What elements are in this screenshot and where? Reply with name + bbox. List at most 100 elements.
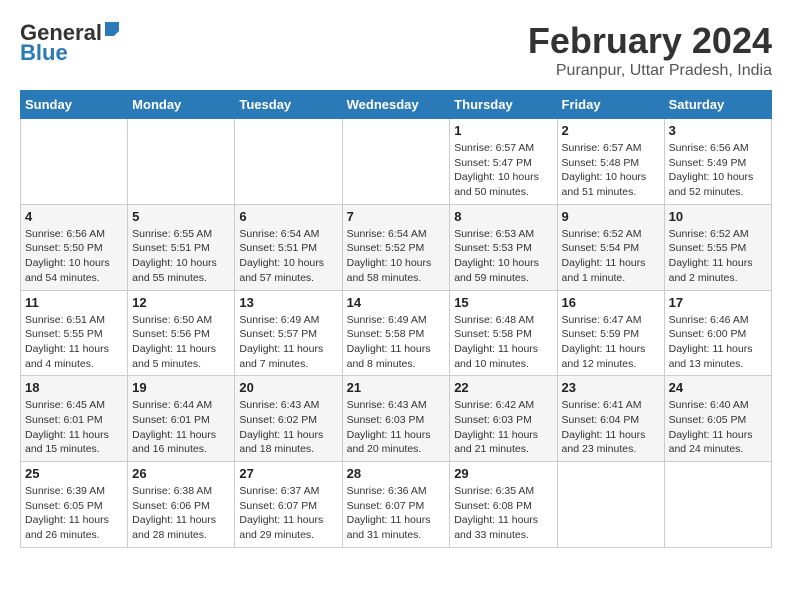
logo-blue: Blue [20, 40, 68, 66]
calendar-cell: 28 Sunrise: 6:36 AMSunset: 6:07 PMDayligh… [342, 462, 450, 548]
day-info: Sunrise: 6:42 AMSunset: 6:03 PMDaylight:… [454, 398, 552, 457]
day-number: 27 [239, 466, 337, 481]
day-info: Sunrise: 6:44 AMSunset: 6:01 PMDaylight:… [132, 398, 230, 457]
day-number: 9 [562, 209, 660, 224]
header-wednesday: Wednesday [342, 91, 450, 119]
day-info: Sunrise: 6:39 AMSunset: 6:05 PMDaylight:… [25, 484, 123, 543]
calendar-cell [664, 462, 771, 548]
calendar-cell [557, 462, 664, 548]
day-info: Sunrise: 6:35 AMSunset: 6:08 PMDaylight:… [454, 484, 552, 543]
title-block: February 2024 Puranpur, Uttar Pradesh, I… [528, 20, 772, 80]
calendar-table: SundayMondayTuesdayWednesdayThursdayFrid… [20, 90, 772, 548]
day-number: 10 [669, 209, 767, 224]
day-info: Sunrise: 6:50 AMSunset: 5:56 PMDaylight:… [132, 313, 230, 372]
day-info: Sunrise: 6:49 AMSunset: 5:58 PMDaylight:… [347, 313, 446, 372]
day-number: 4 [25, 209, 123, 224]
calendar-cell: 25 Sunrise: 6:39 AMSunset: 6:05 PMDayligh… [21, 462, 128, 548]
day-info: Sunrise: 6:37 AMSunset: 6:07 PMDaylight:… [239, 484, 337, 543]
calendar-header: SundayMondayTuesdayWednesdayThursdayFrid… [21, 91, 772, 119]
day-number: 5 [132, 209, 230, 224]
calendar-cell [21, 119, 128, 205]
calendar-cell: 16 Sunrise: 6:47 AMSunset: 5:59 PMDayligh… [557, 290, 664, 376]
header-sunday: Sunday [21, 91, 128, 119]
header-tuesday: Tuesday [235, 91, 342, 119]
day-info: Sunrise: 6:48 AMSunset: 5:58 PMDaylight:… [454, 313, 552, 372]
calendar-cell: 15 Sunrise: 6:48 AMSunset: 5:58 PMDayligh… [450, 290, 557, 376]
day-number: 29 [454, 466, 552, 481]
calendar-cell [128, 119, 235, 205]
calendar-cell: 7 Sunrise: 6:54 AMSunset: 5:52 PMDaylight… [342, 204, 450, 290]
calendar-cell [342, 119, 450, 205]
calendar-cell: 22Sunrise: 6:42 AMSunset: 6:03 PMDayligh… [450, 376, 557, 462]
day-info: Sunrise: 6:55 AMSunset: 5:51 PMDaylight:… [132, 227, 230, 286]
header-friday: Friday [557, 91, 664, 119]
header-row: SundayMondayTuesdayWednesdayThursdayFrid… [21, 91, 772, 119]
week-row-1: 4 Sunrise: 6:56 AMSunset: 5:50 PMDaylight… [21, 204, 772, 290]
day-number: 17 [669, 295, 767, 310]
header-saturday: Saturday [664, 91, 771, 119]
calendar-cell: 19Sunrise: 6:44 AMSunset: 6:01 PMDayligh… [128, 376, 235, 462]
day-number: 23 [562, 380, 660, 395]
day-number: 21 [347, 380, 446, 395]
day-number: 6 [239, 209, 337, 224]
day-info: Sunrise: 6:36 AMSunset: 6:07 PMDaylight:… [347, 484, 446, 543]
calendar-cell: 11Sunrise: 6:51 AMSunset: 5:55 PMDayligh… [21, 290, 128, 376]
week-row-3: 18 Sunrise: 6:45 AMSunset: 6:01 PMDayligh… [21, 376, 772, 462]
day-number: 7 [347, 209, 446, 224]
day-number: 13 [239, 295, 337, 310]
day-number: 25 [25, 466, 123, 481]
calendar-cell: 18 Sunrise: 6:45 AMSunset: 6:01 PMDayligh… [21, 376, 128, 462]
day-info: Sunrise: 6:56 AMSunset: 5:49 PMDaylight:… [669, 141, 767, 200]
day-info: Sunrise: 6:38 AMSunset: 6:06 PMDaylight:… [132, 484, 230, 543]
day-info: Sunrise: 6:49 AMSunset: 5:57 PMDaylight:… [239, 313, 337, 372]
day-info: Sunrise: 6:54 AMSunset: 5:51 PMDaylight:… [239, 227, 337, 286]
calendar-cell: 6 Sunrise: 6:54 AMSunset: 5:51 PMDaylight… [235, 204, 342, 290]
day-info: Sunrise: 6:54 AMSunset: 5:52 PMDaylight:… [347, 227, 446, 286]
calendar-cell: 5 Sunrise: 6:55 AMSunset: 5:51 PMDaylight… [128, 204, 235, 290]
calendar-cell: 14 Sunrise: 6:49 AMSunset: 5:58 PMDayligh… [342, 290, 450, 376]
calendar-cell: 23 Sunrise: 6:41 AMSunset: 6:04 PMDayligh… [557, 376, 664, 462]
calendar-cell: 21Sunrise: 6:43 AMSunset: 6:03 PMDayligh… [342, 376, 450, 462]
day-info: Sunrise: 6:47 AMSunset: 5:59 PMDaylight:… [562, 313, 660, 372]
day-info: Sunrise: 6:46 AMSunset: 6:00 PMDaylight:… [669, 313, 767, 372]
page-header: General Blue February 2024 Puranpur, Utt… [20, 20, 772, 80]
logo: General Blue [20, 20, 121, 66]
calendar-body: 1Sunrise: 6:57 AMSunset: 5:47 PMDaylight… [21, 119, 772, 548]
day-info: Sunrise: 6:51 AMSunset: 5:55 PMDaylight:… [25, 313, 123, 372]
main-title: February 2024 [528, 20, 772, 62]
calendar-cell: 3 Sunrise: 6:56 AMSunset: 5:49 PMDaylight… [664, 119, 771, 205]
calendar-cell [235, 119, 342, 205]
day-info: Sunrise: 6:43 AMSunset: 6:02 PMDaylight:… [239, 398, 337, 457]
calendar-cell: 10 Sunrise: 6:52 AMSunset: 5:55 PMDayligh… [664, 204, 771, 290]
calendar-cell: 9Sunrise: 6:52 AMSunset: 5:54 PMDaylight… [557, 204, 664, 290]
calendar-cell: 8 Sunrise: 6:53 AMSunset: 5:53 PMDaylight… [450, 204, 557, 290]
day-number: 28 [347, 466, 446, 481]
calendar-cell: 1Sunrise: 6:57 AMSunset: 5:47 PMDaylight… [450, 119, 557, 205]
calendar-cell: 4 Sunrise: 6:56 AMSunset: 5:50 PMDaylight… [21, 204, 128, 290]
day-number: 2 [562, 123, 660, 138]
day-number: 14 [347, 295, 446, 310]
day-number: 15 [454, 295, 552, 310]
calendar-cell: 29 Sunrise: 6:35 AMSunset: 6:08 PMDayligh… [450, 462, 557, 548]
day-info: Sunrise: 6:41 AMSunset: 6:04 PMDaylight:… [562, 398, 660, 457]
calendar-cell: 24 Sunrise: 6:40 AMSunset: 6:05 PMDayligh… [664, 376, 771, 462]
calendar-cell: 20Sunrise: 6:43 AMSunset: 6:02 PMDayligh… [235, 376, 342, 462]
day-number: 12 [132, 295, 230, 310]
day-info: Sunrise: 6:53 AMSunset: 5:53 PMDaylight:… [454, 227, 552, 286]
day-number: 16 [562, 295, 660, 310]
day-number: 3 [669, 123, 767, 138]
subtitle: Puranpur, Uttar Pradesh, India [528, 62, 772, 80]
day-number: 24 [669, 380, 767, 395]
day-info: Sunrise: 6:56 AMSunset: 5:50 PMDaylight:… [25, 227, 123, 286]
day-info: Sunrise: 6:45 AMSunset: 6:01 PMDaylight:… [25, 398, 123, 457]
header-monday: Monday [128, 91, 235, 119]
header-thursday: Thursday [450, 91, 557, 119]
calendar-cell: 26 Sunrise: 6:38 AMSunset: 6:06 PMDayligh… [128, 462, 235, 548]
day-info: Sunrise: 6:40 AMSunset: 6:05 PMDaylight:… [669, 398, 767, 457]
day-number: 8 [454, 209, 552, 224]
calendar-cell: 17 Sunrise: 6:46 AMSunset: 6:00 PMDayligh… [664, 290, 771, 376]
day-info: Sunrise: 6:57 AMSunset: 5:48 PMDaylight:… [562, 141, 660, 200]
day-number: 26 [132, 466, 230, 481]
day-info: Sunrise: 6:52 AMSunset: 5:55 PMDaylight:… [669, 227, 767, 286]
day-number: 18 [25, 380, 123, 395]
